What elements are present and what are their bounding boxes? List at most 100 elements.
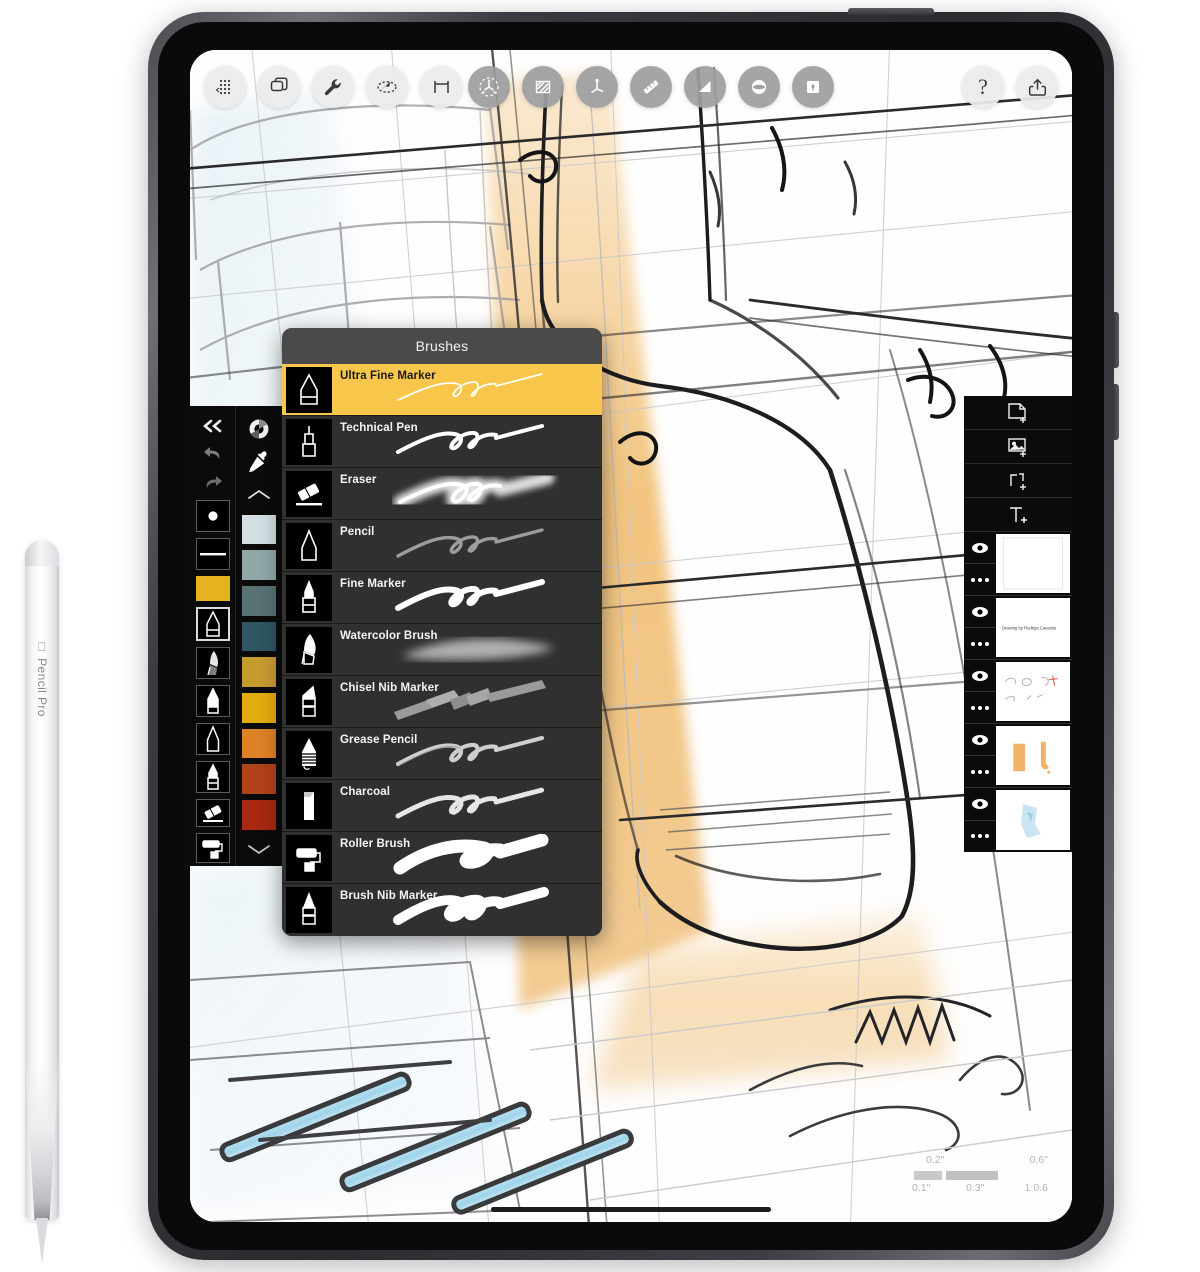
layer-item[interactable]: [964, 724, 1072, 788]
lasso-select-icon[interactable]: [366, 66, 408, 108]
eye-icon[interactable]: [964, 724, 996, 756]
fine-marker-icon: [286, 574, 332, 621]
brush-stroke-preview: [393, 887, 549, 925]
stamp-icon[interactable]: [792, 66, 834, 108]
eye-icon[interactable]: [964, 788, 996, 821]
layer-item[interactable]: [964, 660, 1072, 724]
power-button[interactable]: [848, 8, 934, 15]
grease-pencil-icon: [286, 730, 332, 777]
eye-icon[interactable]: [964, 532, 996, 564]
tool-rail: [190, 406, 282, 866]
chevron-double-left-icon[interactable]: [191, 412, 235, 440]
layer-thumbnail[interactable]: Drawing by Rodrigo Cavazos: [996, 598, 1070, 657]
brush-list-item[interactable]: Ultra Fine Marker: [282, 364, 602, 416]
layers-icon[interactable]: [258, 66, 300, 108]
ellipsis-icon[interactable]: [964, 564, 996, 595]
brush-name: Pencil: [340, 526, 375, 538]
redo-arrow-icon[interactable]: [191, 469, 235, 497]
color-swatch[interactable]: [242, 514, 276, 545]
brush-list-item[interactable]: Fine Marker: [282, 572, 602, 624]
ellipse-guide-icon[interactable]: [738, 66, 780, 108]
pencil-tip: [36, 1218, 48, 1264]
right-panel: Drawing by Rodrigo Cavazos: [964, 396, 1072, 852]
share-icon[interactable]: [1016, 66, 1058, 108]
layer-controls: [964, 596, 996, 659]
add-text-icon[interactable]: [964, 498, 1072, 532]
tool-chisel-nib-marker[interactable]: [195, 685, 230, 718]
eye-icon[interactable]: [964, 660, 996, 692]
tool-fine-marker[interactable]: [195, 761, 230, 794]
stroke-weight-indicator[interactable]: [195, 537, 230, 570]
brush-list-item[interactable]: Watercolor Brush: [282, 624, 602, 676]
ellipsis-icon[interactable]: [964, 692, 996, 723]
volume-down-button[interactable]: [1113, 384, 1119, 440]
scale-bars: [914, 1170, 998, 1180]
layer-controls: [964, 660, 996, 723]
gallery-grid-icon[interactable]: [204, 66, 246, 108]
color-swatch[interactable]: [242, 764, 276, 795]
question-mark-icon[interactable]: ?: [962, 66, 1004, 108]
set-square-icon[interactable]: [684, 66, 726, 108]
tool-roller-brush[interactable]: [195, 833, 230, 864]
ellipsis-icon[interactable]: [964, 628, 996, 659]
scale-bar: 0.2" 0.6" 0.1" 0.3" 1:0.6: [900, 1154, 1050, 1196]
perspective-grid-icon[interactable]: [576, 66, 618, 108]
add-guide-icon[interactable]: [964, 464, 1072, 498]
color-swatch[interactable]: [242, 621, 276, 652]
brush-list-item[interactable]: Chisel Nib Marker: [282, 676, 602, 728]
ellipsis-icon[interactable]: [964, 821, 996, 853]
color-swatch[interactable]: [242, 693, 276, 723]
brush-list-item[interactable]: Brush Nib Marker: [282, 884, 602, 936]
layer-thumbnail[interactable]: [996, 726, 1070, 785]
apple-logo-icon: : [35, 640, 49, 654]
add-page-icon[interactable]: [964, 396, 1072, 430]
tool-rail-left-column: [190, 406, 236, 866]
tool-ultra-fine-marker[interactable]: [195, 607, 230, 642]
brush-list-item[interactable]: Pencil: [282, 520, 602, 572]
chevron-down-icon[interactable]: [237, 833, 281, 866]
measure-icon[interactable]: [420, 66, 462, 108]
brush-list-item[interactable]: Grease Pencil: [282, 728, 602, 780]
color-wheel-icon[interactable]: [237, 412, 281, 445]
color-swatch[interactable]: [242, 585, 276, 616]
color-swatch[interactable]: [242, 800, 276, 830]
layer-controls: [964, 532, 996, 595]
toolbar-left-group: [204, 66, 462, 108]
layer-thumbnail[interactable]: [996, 790, 1070, 850]
brush-list-item[interactable]: Roller Brush: [282, 832, 602, 884]
color-swatch[interactable]: [242, 728, 276, 759]
brush-stroke-preview: [395, 787, 545, 819]
add-image-icon[interactable]: [964, 430, 1072, 464]
home-indicator[interactable]: [491, 1207, 771, 1212]
brush-list-item[interactable]: Eraser: [282, 468, 602, 520]
brush-list-item[interactable]: Charcoal: [282, 780, 602, 832]
brush-stroke-preview: [393, 834, 549, 875]
axis-3d-icon[interactable]: [468, 66, 510, 108]
color-swatch[interactable]: [242, 657, 276, 687]
active-color-swatch[interactable]: [195, 575, 230, 602]
brush-list-item[interactable]: Technical Pen: [282, 416, 602, 468]
layer-item[interactable]: [964, 532, 1072, 596]
wrench-icon[interactable]: [312, 66, 354, 108]
eye-icon[interactable]: [964, 596, 996, 628]
tool-eraser[interactable]: [195, 799, 230, 828]
hatch-fill-icon[interactable]: [522, 66, 564, 108]
pencil-label:  Pencil Pro: [35, 640, 49, 717]
tool-watercolor-brush[interactable]: [195, 647, 230, 680]
layer-thumbnail[interactable]: [996, 662, 1070, 721]
eyedropper-icon[interactable]: [237, 445, 281, 478]
scale-ratio-label: 1:0.6: [1024, 1182, 1048, 1194]
tool-pencil[interactable]: [195, 723, 230, 756]
volume-up-button[interactable]: [1113, 312, 1119, 368]
color-swatch[interactable]: [242, 550, 276, 580]
layer-item[interactable]: Drawing by Rodrigo Cavazos: [964, 596, 1072, 660]
brush-size-indicator[interactable]: [195, 499, 230, 532]
layer-item[interactable]: [964, 788, 1072, 852]
chevron-up-icon[interactable]: [237, 478, 281, 511]
brush-stroke-preview: [395, 735, 545, 767]
layer-thumbnail[interactable]: [996, 534, 1070, 593]
ellipsis-icon[interactable]: [964, 756, 996, 787]
ruler-icon[interactable]: [630, 66, 672, 108]
undo-arrow-icon[interactable]: [191, 440, 235, 468]
brush-stroke-preview: [394, 680, 546, 720]
